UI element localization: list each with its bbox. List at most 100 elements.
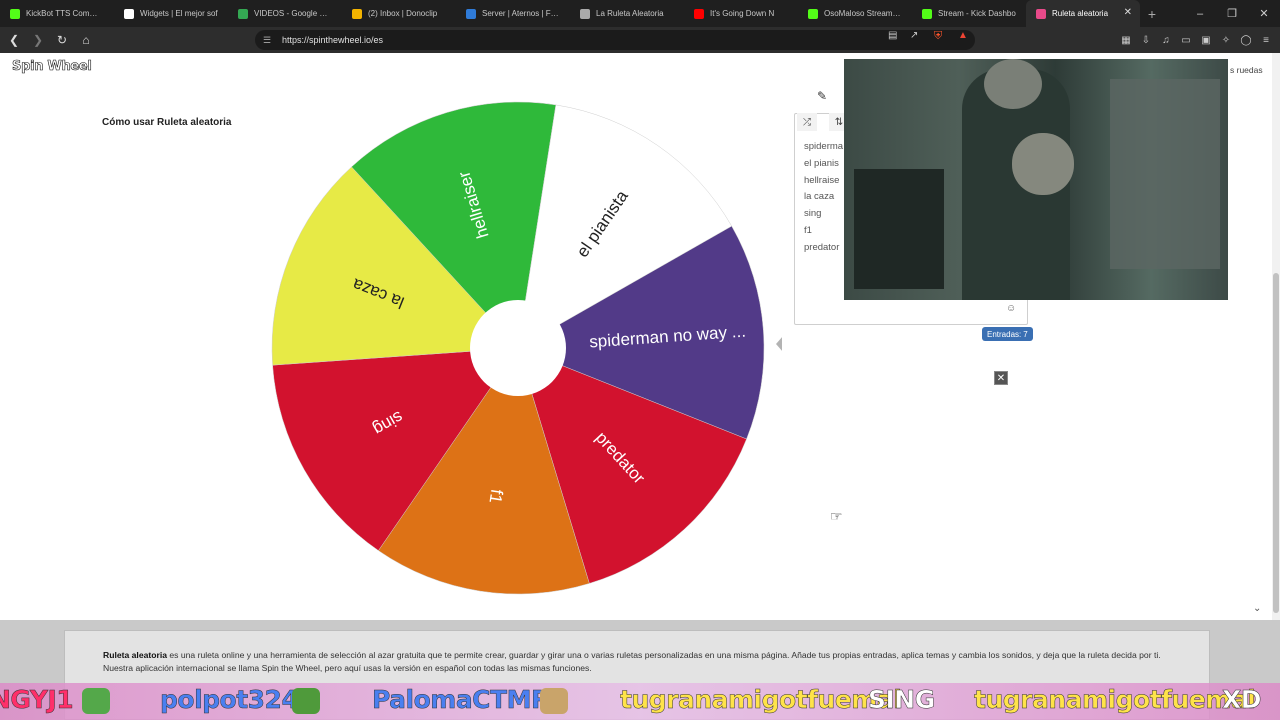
address-bar: ❮ ❯ ↻ ⌂ ☰ https://spinthewheel.io/es ▦ ⇩… (0, 27, 1280, 53)
browser-tab[interactable]: Server | Aternos | Free (456, 0, 570, 27)
tab-strip: KickBot TTS Comman Widgets | El mejor sof… (0, 0, 1280, 27)
wheel-pointer (776, 337, 782, 351)
tab-label: It's Going Down N (710, 9, 775, 18)
entries-textarea[interactable]: spiderma el pianis hellraise la caza sing f1 p… (804, 139, 843, 257)
info-title: Ruleta aleatoria (103, 650, 167, 660)
webcam-person-hand (1012, 133, 1074, 195)
download-icon[interactable]: ⇩ (1138, 30, 1154, 50)
back-icon[interactable]: ❮ (4, 30, 24, 50)
entry-line: hellraise (804, 174, 840, 186)
sidebar-icon[interactable]: ▭ (1178, 30, 1194, 50)
entry-line: predator (804, 241, 840, 253)
hand-cursor-icon: ☞ (830, 508, 843, 524)
close-window-icon[interactable]: ✕ (1248, 0, 1280, 27)
entry-line: la caza (804, 191, 835, 203)
chat-emote-icon (540, 688, 568, 714)
site-logo[interactable]: Spin Wheel (12, 59, 92, 75)
tab-favicon-icon (922, 8, 932, 19)
reload-icon[interactable]: ↻ (52, 30, 72, 50)
rewards-icon[interactable]: ▲ (958, 30, 968, 41)
browser-tab[interactable]: Widgets | El mejor sof (114, 0, 228, 27)
vpn-icon[interactable]: ◯ (1238, 30, 1254, 50)
chat-ticker: NGYJ1 polpot324 PalomaCTMR tugranamigotfuem… (0, 683, 1280, 720)
tab-label: VIDEOS - Google Drive (254, 9, 332, 18)
chat-username: tugranamigotfuemal (974, 685, 1256, 715)
webcam-background-shadow (854, 169, 944, 289)
page-scrollbar[interactable] (1272, 53, 1280, 620)
tab-favicon-icon (580, 8, 590, 19)
forward-icon[interactable]: ❯ (28, 30, 48, 50)
chat-username: NGYJ1 (0, 685, 74, 715)
shuffle-icon[interactable]: ⤮ (797, 113, 817, 131)
emoji-icon[interactable]: ☺ (1006, 303, 1016, 314)
edit-icon[interactable]: ✎ (817, 89, 827, 103)
tab-label: Ruleta aleatoria (1052, 9, 1109, 18)
info-text: es una ruleta online y una herramienta d… (103, 650, 1161, 673)
ai-icon[interactable]: ✧ (1218, 30, 1234, 50)
menu-icon[interactable]: ≡ (1258, 30, 1274, 50)
url-text: https://spinthewheel.io/es (282, 35, 384, 45)
scroll-down-icon[interactable]: ⌄ (1253, 603, 1261, 614)
entry-line: f1 (804, 224, 812, 236)
browser-tab[interactable]: VIDEOS - Google Drive (228, 0, 342, 27)
url-field[interactable]: ☰ https://spinthewheel.io/es (255, 30, 975, 50)
chat-emote-icon (292, 688, 320, 714)
reader-icon[interactable]: ▤ (888, 30, 897, 41)
tab-label: (2) Inbox | Donoclip (368, 9, 438, 18)
entries-count-badge: Entradas: 7 (982, 327, 1033, 341)
close-icon[interactable]: ✕ (994, 371, 1008, 385)
tab-favicon-icon (10, 8, 20, 19)
restore-icon[interactable]: ❐ (1216, 0, 1248, 27)
brave-shield-icon[interactable]: ⛨ (934, 30, 942, 43)
home-icon[interactable]: ⌂ (76, 30, 96, 50)
webcam-person-head (984, 59, 1042, 109)
chat-username: polpot324 (160, 685, 299, 715)
tab-favicon-icon (124, 8, 134, 19)
info-subheading: Cómo usar Ruleta aleatoria (102, 117, 232, 128)
entry-line: spiderma (804, 141, 844, 152)
window-controls: – ❐ ✕ (1184, 0, 1280, 27)
tab-label: KickBot TTS Comman (26, 9, 104, 18)
tab-favicon-icon (238, 8, 248, 19)
webcam-overlay (844, 59, 1228, 300)
tab-label: Widgets | El mejor sof (140, 9, 218, 18)
share-icon[interactable]: ↗ (910, 30, 918, 41)
tab-label: Stream - Kick Dashbo (938, 9, 1016, 18)
tab-favicon-icon (466, 8, 476, 19)
tab-favicon-icon (1036, 8, 1046, 19)
entries-count-value: 7 (1023, 329, 1028, 339)
wallet-icon[interactable]: ▣ (1198, 30, 1214, 50)
new-tab-icon[interactable]: + (1140, 6, 1164, 22)
entry-line: el pianis (804, 157, 839, 169)
tab-label: La Ruleta Aleatoria (596, 9, 664, 18)
chat-emote-icon (82, 688, 110, 714)
tab-favicon-icon (352, 8, 362, 19)
tab-favicon-icon (808, 8, 818, 19)
chat-username: SING (868, 685, 936, 715)
browser-tab[interactable]: Stream - Kick Dashbo (912, 0, 1026, 27)
wheel-center[interactable] (470, 300, 566, 396)
tab-favicon-icon (694, 8, 704, 19)
browser-tab[interactable]: It's Going Down N (684, 0, 798, 27)
entries-count-label: Entradas: (987, 329, 1022, 339)
chat-username: XD (1222, 685, 1262, 715)
extensions-icon[interactable]: ▦ (1118, 30, 1134, 50)
site-settings-icon[interactable]: ☰ (263, 35, 271, 46)
minimize-icon[interactable]: – (1184, 0, 1216, 27)
browser-tab[interactable]: Ruleta aleatoria ✕ (1026, 0, 1140, 27)
webcam-background-poster (1110, 79, 1220, 269)
browser-tab[interactable]: OsoMaloso Stream - V (798, 0, 912, 27)
browser-tab[interactable]: La Ruleta Aleatoria (570, 0, 684, 27)
browser-tab[interactable]: KickBot TTS Comman (0, 0, 114, 27)
scrollbar-thumb[interactable] (1273, 273, 1279, 613)
spin-wheel[interactable]: spiderman no way ...predatorf1singla caz… (262, 98, 782, 608)
tab-label: OsoMaloso Stream - V (824, 9, 902, 18)
chat-username: PalomaCTMR (372, 685, 551, 715)
wheel-slice-label: f1 (485, 488, 506, 505)
music-icon[interactable]: ♫ (1158, 30, 1174, 50)
tab-label: Server | Aternos | Free (482, 9, 560, 18)
browser-tab[interactable]: (2) Inbox | Donoclip (342, 0, 456, 27)
editor-tabs: ✎ (795, 87, 845, 109)
chat-username: tugranamigotfuemal (620, 685, 902, 715)
tab-close-icon[interactable]: ✕ (1124, 7, 1132, 18)
